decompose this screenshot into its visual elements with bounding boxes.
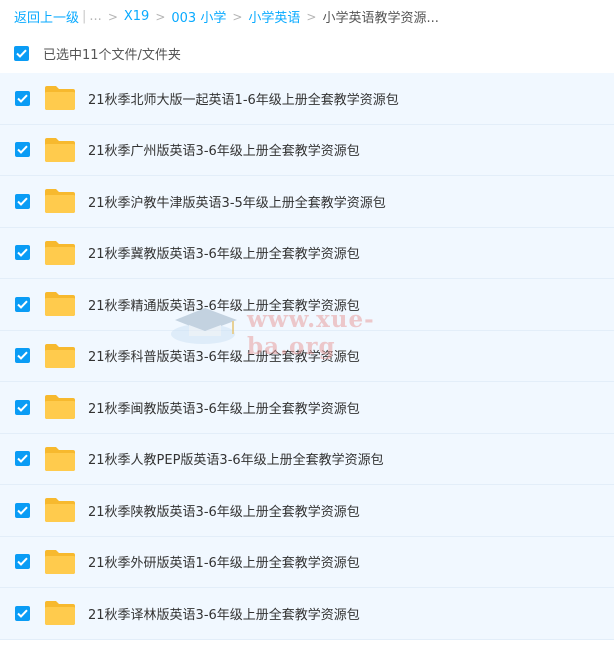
breadcrumb-item-x19[interactable]: X19 <box>124 9 149 24</box>
folder-name[interactable]: 21秋季陕教版英语3-6年级上册全套教学资源包 <box>88 501 360 520</box>
row-checkbox[interactable] <box>15 451 30 467</box>
file-row[interactable]: 21秋季外研版英语1-6年级上册全套教学资源包 <box>0 536 614 588</box>
chevron-right-icon: > <box>306 9 317 24</box>
selection-count: 已选中11个文件/文件夹 <box>43 47 181 63</box>
folder-icon <box>45 292 75 317</box>
check-icon <box>17 248 28 258</box>
folder-icon <box>45 395 75 420</box>
check-icon <box>17 300 28 309</box>
breadcrumb-item-english[interactable]: 小学英语 <box>248 7 300 26</box>
file-row[interactable]: 21秋季冀教版英语3-6年级上册全套教学资源包 <box>0 227 614 279</box>
folder-name[interactable]: 21秋季广州版英语3-6年级上册全套教学资源包 <box>88 140 360 159</box>
back-link[interactable]: 返回上一级 <box>14 7 79 26</box>
file-row[interactable]: 21秋季闽教版英语3-6年级上册全套教学资源包 <box>0 382 614 434</box>
folder-name[interactable]: 21秋季科普版英语3-6年级上册全套教学资源包 <box>88 346 360 365</box>
row-checkbox[interactable] <box>15 142 30 158</box>
folder-name[interactable]: 21秋季人教PEP版英语3-6年级上册全套教学资源包 <box>88 449 384 468</box>
file-row[interactable]: 21秋季精通版英语3-6年级上册全套教学资源包 <box>0 279 614 331</box>
breadcrumb-divider: | <box>82 9 87 24</box>
check-icon <box>17 403 28 412</box>
chevron-right-icon: > <box>107 9 118 24</box>
folder-icon <box>45 446 75 471</box>
row-checkbox[interactable] <box>15 399 30 415</box>
check-icon <box>17 609 28 618</box>
check-icon <box>17 94 28 103</box>
file-row[interactable]: 21秋季译林版英语3-6年级上册全套教学资源包 <box>0 588 614 640</box>
folder-icon <box>45 601 75 626</box>
selection-bar: 已选中11个文件/文件夹 <box>0 33 614 73</box>
row-checkbox[interactable] <box>15 348 30 364</box>
file-row[interactable]: 21秋季北师大版一起英语1-6年级上册全套教学资源包 <box>0 73 614 125</box>
row-checkbox[interactable] <box>15 554 30 570</box>
check-icon <box>17 506 28 515</box>
check-icon <box>17 454 28 464</box>
check-icon <box>17 197 28 206</box>
chevron-right-icon: > <box>232 9 243 24</box>
folder-name[interactable]: 21秋季译林版英语3-6年级上册全套教学资源包 <box>88 604 360 623</box>
row-checkbox[interactable] <box>15 605 30 621</box>
folder-name[interactable]: 21秋季沪教牛津版英语3-5年级上册全套教学资源包 <box>88 192 386 211</box>
breadcrumb: 返回上一级 | ... > X19 > 003 小学 > 小学英语 > 小学英语… <box>0 0 614 33</box>
check-icon <box>17 557 28 567</box>
breadcrumb-current: 小学英语教学资源... <box>322 11 439 26</box>
row-checkbox[interactable] <box>15 296 30 312</box>
check-icon <box>17 145 28 155</box>
row-checkbox[interactable] <box>15 90 30 106</box>
chevron-right-icon: > <box>155 9 166 24</box>
breadcrumb-item-primary[interactable]: 003 小学 <box>171 7 226 26</box>
folder-name[interactable]: 21秋季北师大版一起英语1-6年级上册全套教学资源包 <box>88 89 399 108</box>
folder-icon <box>45 240 75 265</box>
breadcrumb-ellipsis[interactable]: ... <box>89 9 101 24</box>
folder-name[interactable]: 21秋季冀教版英语3-6年级上册全套教学资源包 <box>88 243 360 262</box>
row-checkbox[interactable] <box>15 502 30 518</box>
file-row[interactable]: 21秋季人教PEP版英语3-6年级上册全套教学资源包 <box>0 433 614 485</box>
check-icon <box>16 49 27 58</box>
folder-icon <box>45 549 75 574</box>
row-checkbox[interactable] <box>15 245 30 261</box>
folder-icon <box>45 343 75 368</box>
file-row[interactable]: 21秋季科普版英语3-6年级上册全套教学资源包 <box>0 330 614 382</box>
folder-icon <box>45 498 75 523</box>
folder-icon <box>45 189 75 214</box>
row-checkbox[interactable] <box>15 193 30 209</box>
file-list: 21秋季北师大版一起英语1-6年级上册全套教学资源包 21秋季广州版英语3-6年级… <box>0 73 614 640</box>
folder-name[interactable]: 21秋季外研版英语1-6年级上册全套教学资源包 <box>88 552 360 571</box>
folder-name[interactable]: 21秋季精通版英语3-6年级上册全套教学资源包 <box>88 295 360 314</box>
file-row[interactable]: 21秋季广州版英语3-6年级上册全套教学资源包 <box>0 124 614 176</box>
file-row[interactable]: 21秋季沪教牛津版英语3-5年级上册全套教学资源包 <box>0 176 614 228</box>
select-all-checkbox[interactable] <box>14 45 29 61</box>
folder-icon <box>45 137 75 162</box>
folder-icon <box>45 86 75 111</box>
file-row[interactable]: 21秋季陕教版英语3-6年级上册全套教学资源包 <box>0 485 614 537</box>
check-icon <box>17 351 28 361</box>
folder-name[interactable]: 21秋季闽教版英语3-6年级上册全套教学资源包 <box>88 398 360 417</box>
